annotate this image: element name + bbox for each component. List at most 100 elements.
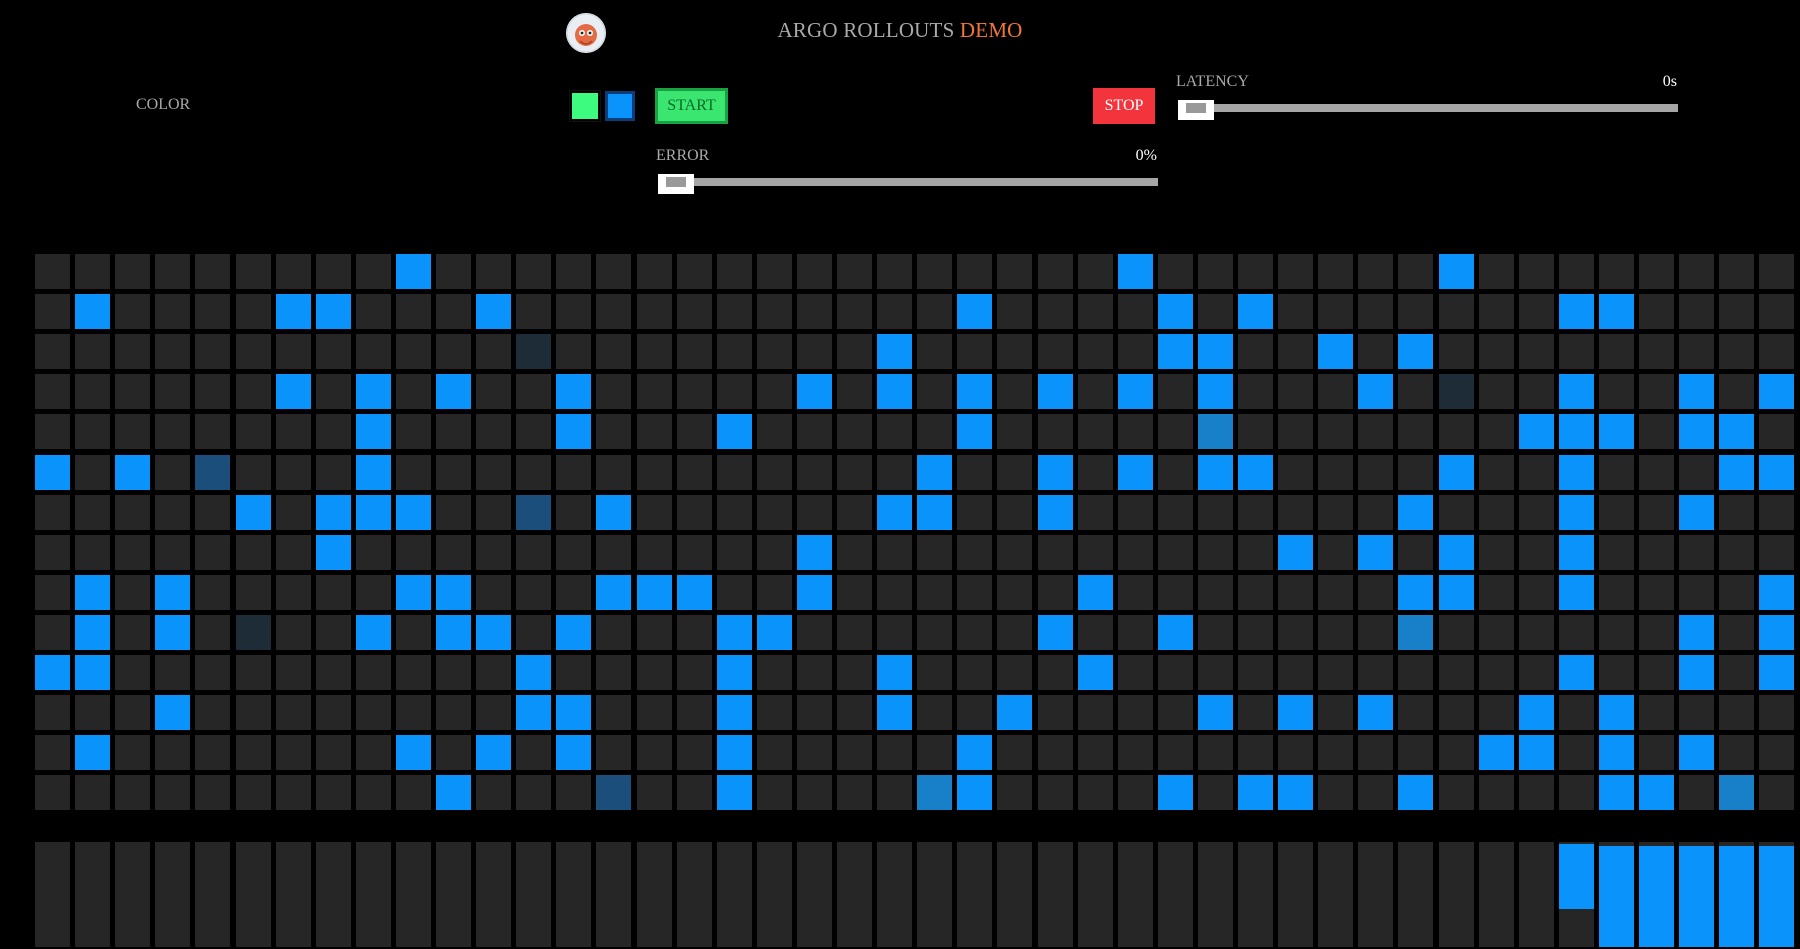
grid-cell-active	[1197, 334, 1233, 370]
grid-cell-empty	[315, 614, 351, 650]
grid-cell-empty	[796, 294, 832, 330]
bar-column	[1278, 842, 1314, 947]
stop-button[interactable]: STOP	[1093, 88, 1155, 124]
grid-cell-empty	[235, 374, 271, 410]
grid-cell-empty	[1759, 735, 1795, 771]
grid-cell-empty	[997, 534, 1033, 570]
grid-cell-empty	[355, 775, 391, 811]
grid-cell-empty	[636, 334, 672, 370]
grid-cell-empty	[1197, 534, 1233, 570]
grid-cell-empty	[1077, 775, 1113, 811]
grid-cell-active	[1077, 574, 1113, 610]
bar-column	[556, 842, 592, 947]
grid-cell-empty	[636, 294, 672, 330]
grid-cell-empty	[596, 294, 632, 330]
bar-column	[676, 842, 712, 947]
latency-slider-track[interactable]	[1180, 104, 1678, 112]
grid-cell-empty	[676, 614, 712, 650]
grid-cell-empty	[1679, 574, 1715, 610]
grid-cell-empty	[1117, 695, 1153, 731]
grid-cell-empty	[1679, 534, 1715, 570]
grid-cell-empty	[395, 614, 431, 650]
grid-cell-active	[917, 454, 953, 490]
grid-cell-empty	[596, 614, 632, 650]
latency-value: 0s	[1662, 73, 1677, 90]
grid-cell-empty	[716, 254, 752, 289]
grid-cell-empty	[1598, 454, 1634, 490]
bar-column	[155, 842, 191, 947]
grid-cell-active	[1157, 775, 1193, 811]
grid-cell-active	[235, 614, 271, 650]
grid-cell-empty	[275, 655, 311, 690]
grid-cell-active	[877, 374, 913, 410]
grid-cell-empty	[395, 655, 431, 690]
grid-cell-empty	[1037, 334, 1073, 370]
grid-cell-empty	[877, 414, 913, 450]
color-swatch-blue[interactable]	[605, 91, 635, 121]
grid-cell-empty	[235, 254, 271, 289]
grid-cell-empty	[75, 334, 111, 370]
error-slider-thumb[interactable]	[658, 174, 694, 194]
bar-column	[395, 842, 431, 947]
grid-cell-active	[1598, 414, 1634, 450]
grid-cell-empty	[636, 695, 672, 731]
grid-cell-active	[556, 414, 592, 450]
grid-cell-empty	[1558, 735, 1594, 771]
color-swatch-green[interactable]	[569, 90, 601, 122]
bar-column	[75, 842, 111, 947]
grid-cell-empty	[1318, 294, 1354, 330]
grid-cell-empty	[395, 374, 431, 410]
grid-cell-empty	[1077, 414, 1113, 450]
latency-slider-thumb[interactable]	[1178, 100, 1214, 120]
grid-cell-empty	[115, 695, 151, 731]
grid-cell-empty	[1117, 574, 1153, 610]
grid-cell-empty	[556, 454, 592, 490]
grid-cell-empty	[436, 695, 471, 731]
grid-cell-empty	[235, 534, 271, 570]
grid-cell-empty	[1157, 374, 1193, 410]
grid-cell-empty	[75, 534, 111, 570]
grid-cell-empty	[1238, 254, 1273, 289]
bar-column	[1679, 842, 1715, 947]
grid-cell-empty	[315, 454, 351, 490]
grid-cell-empty	[1117, 614, 1153, 650]
grid-cell-empty	[1518, 494, 1554, 530]
error-slider-track[interactable]	[660, 178, 1158, 186]
grid-cell-active	[1558, 655, 1594, 690]
grid-cell-active	[395, 494, 431, 530]
grid-cell-empty	[395, 695, 431, 731]
grid-cell-empty	[395, 534, 431, 570]
grid-cell-active	[1558, 294, 1594, 330]
grid-cell-empty	[115, 334, 151, 370]
grid-cell-empty	[1438, 614, 1474, 650]
grid-cell-empty	[235, 775, 271, 811]
grid-cell-empty	[756, 294, 792, 330]
grid-cell-empty	[315, 574, 351, 610]
grid-cell-active	[1719, 454, 1755, 490]
start-button[interactable]: START	[655, 88, 728, 124]
grid-cell-active	[1679, 735, 1715, 771]
grid-cell-active	[1398, 574, 1434, 610]
grid-cell-empty	[235, 655, 271, 690]
grid-cell-empty	[355, 574, 391, 610]
grid-cell-empty	[315, 655, 351, 690]
grid-cell-empty	[1238, 735, 1273, 771]
grid-cell-empty	[1478, 454, 1514, 490]
grid-cell-empty	[1759, 775, 1795, 811]
grid-cell-empty	[997, 414, 1033, 450]
grid-cell-empty	[35, 254, 70, 289]
grid-cell-active	[355, 374, 391, 410]
grid-cell-empty	[1278, 614, 1314, 650]
grid-cell-empty	[275, 735, 311, 771]
grid-cell-active	[756, 614, 792, 650]
grid-cell-empty	[1719, 614, 1755, 650]
grid-cell-empty	[1398, 294, 1434, 330]
grid-cell-empty	[1077, 534, 1113, 570]
grid-cell-active	[155, 695, 191, 731]
grid-cell-empty	[957, 254, 993, 289]
bar-column	[997, 842, 1033, 947]
grid-cell-empty	[75, 494, 111, 530]
grid-cell-empty	[1719, 574, 1755, 610]
grid-cell-empty	[1719, 695, 1755, 731]
bar-column	[1238, 842, 1273, 947]
